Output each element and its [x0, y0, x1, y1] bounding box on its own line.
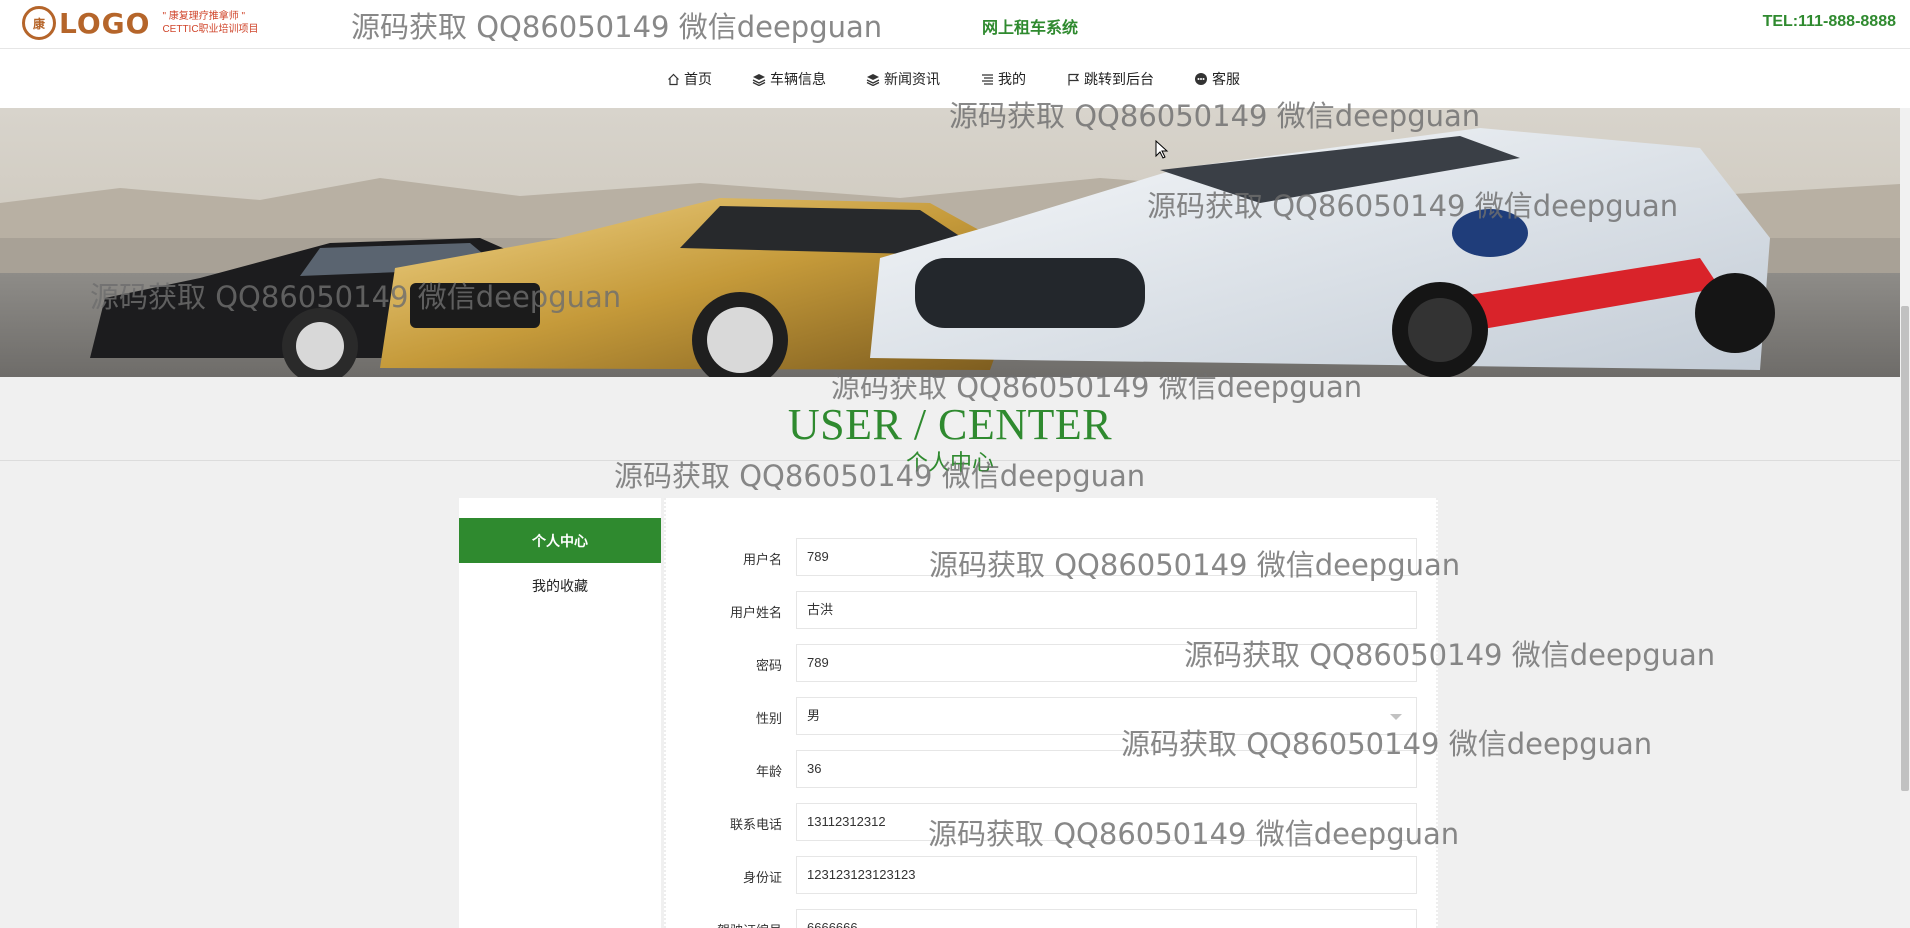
logo-subtitle-line1: " 康复理疗推拿师 " [162, 11, 246, 22]
nav-item-service[interactable]: 客服 [1194, 69, 1240, 89]
license-input[interactable]: 6666666 [796, 909, 1417, 928]
phone-number: TEL:111-888-8888 [1762, 13, 1896, 30]
logo-text: LOGO [59, 6, 151, 40]
site-title: 网上租车系统 [982, 20, 1079, 37]
section-title-en: USER / CENTER [787, 400, 1113, 449]
home-icon [666, 72, 680, 86]
realname-label: 用户姓名 [729, 605, 782, 620]
form-row-phone: 联系电话 13112312312 [666, 803, 1440, 841]
nav-item-label: 新闻资讯 [884, 71, 940, 87]
sidebar-item-user-center[interactable]: 个人中心 [459, 518, 661, 563]
gender-label: 性别 [755, 711, 782, 726]
nav-item-label: 首页 [684, 71, 712, 87]
section-title-cn: 个人中心 [905, 450, 994, 475]
nav-item-admin[interactable]: 跳转到后台 [1066, 69, 1154, 89]
nav-item-label: 车辆信息 [770, 71, 826, 87]
top-header: 康 LOGO " 康复理疗推拿师 " CETTIC职业培训项目 网上租车系统 T… [0, 0, 1910, 49]
main-navigation: 首页 车辆信息 新闻资讯 我的 跳转到后台 客服 [0, 49, 1910, 108]
layers-icon [752, 72, 766, 86]
logo-subtitle: " 康复理疗推拿师 " CETTIC职业培训项目 [162, 10, 258, 36]
user-sidebar: 个人中心 我的收藏 [459, 498, 661, 928]
logo-emblem-icon: 康 [22, 6, 56, 40]
username-label: 用户名 [742, 552, 782, 567]
phone-label: 联系电话 [729, 817, 782, 832]
nav-item-mine[interactable]: 我的 [980, 69, 1026, 89]
nav-item-label: 客服 [1212, 71, 1240, 87]
hero-banner-image [0, 108, 1900, 377]
nav-item-vehicles[interactable]: 车辆信息 [752, 69, 826, 89]
realname-input[interactable]: 古洪 [796, 591, 1417, 629]
nav-item-news[interactable]: 新闻资讯 [866, 69, 940, 89]
nav-item-home[interactable]: 首页 [666, 69, 712, 89]
id-card-label: 身份证 [742, 870, 782, 885]
license-label: 驾驶证编号 [672, 920, 782, 928]
flag-icon [1066, 72, 1080, 86]
chevron-down-icon [1390, 714, 1402, 720]
form-row-username: 用户名 789 [666, 538, 1440, 576]
phone-input[interactable]: 13112312312 [796, 803, 1417, 841]
sidebar-item-favorites[interactable]: 我的收藏 [459, 563, 661, 608]
page-scrollbar[interactable] [1900, 108, 1910, 928]
scrollbar-thumb[interactable] [1901, 306, 1909, 791]
id-card-input[interactable]: 123123123123123 [796, 856, 1417, 894]
list-icon [980, 72, 994, 86]
password-input[interactable]: 789 [796, 644, 1417, 682]
username-input[interactable]: 789 [796, 538, 1417, 576]
logo-subtitle-line2: CETTIC职业培训项目 [162, 24, 259, 35]
nav-item-label: 我的 [998, 71, 1026, 87]
site-logo[interactable]: 康 LOGO " 康复理疗推拿师 " CETTIC职业培训项目 [22, 6, 259, 40]
form-row-license: 驾驶证编号 6666666 [666, 909, 1440, 928]
profile-form: 用户名 789 用户姓名 古洪 密码 789 性别 男 年龄 36 联系电话 1… [664, 498, 1438, 928]
form-row-password: 密码 789 [666, 644, 1440, 682]
form-row-realname: 用户姓名 古洪 [666, 591, 1440, 629]
form-row-gender: 性别 男 [666, 697, 1440, 735]
layers-icon [866, 72, 880, 86]
form-row-age: 年龄 36 [666, 750, 1440, 788]
mouse-cursor-icon [1155, 139, 1169, 165]
password-label: 密码 [755, 658, 782, 673]
gender-select-value: 男 [807, 708, 821, 723]
section-heading: USER / CENTER 个人中心 [0, 377, 1900, 475]
chat-icon [1194, 72, 1208, 86]
form-row-id-card: 身份证 123123123123123 [666, 856, 1440, 894]
gender-select[interactable]: 男 [796, 697, 1417, 735]
age-input[interactable]: 36 [796, 750, 1417, 788]
age-label: 年龄 [755, 764, 782, 779]
nav-item-label: 跳转到后台 [1084, 71, 1154, 87]
